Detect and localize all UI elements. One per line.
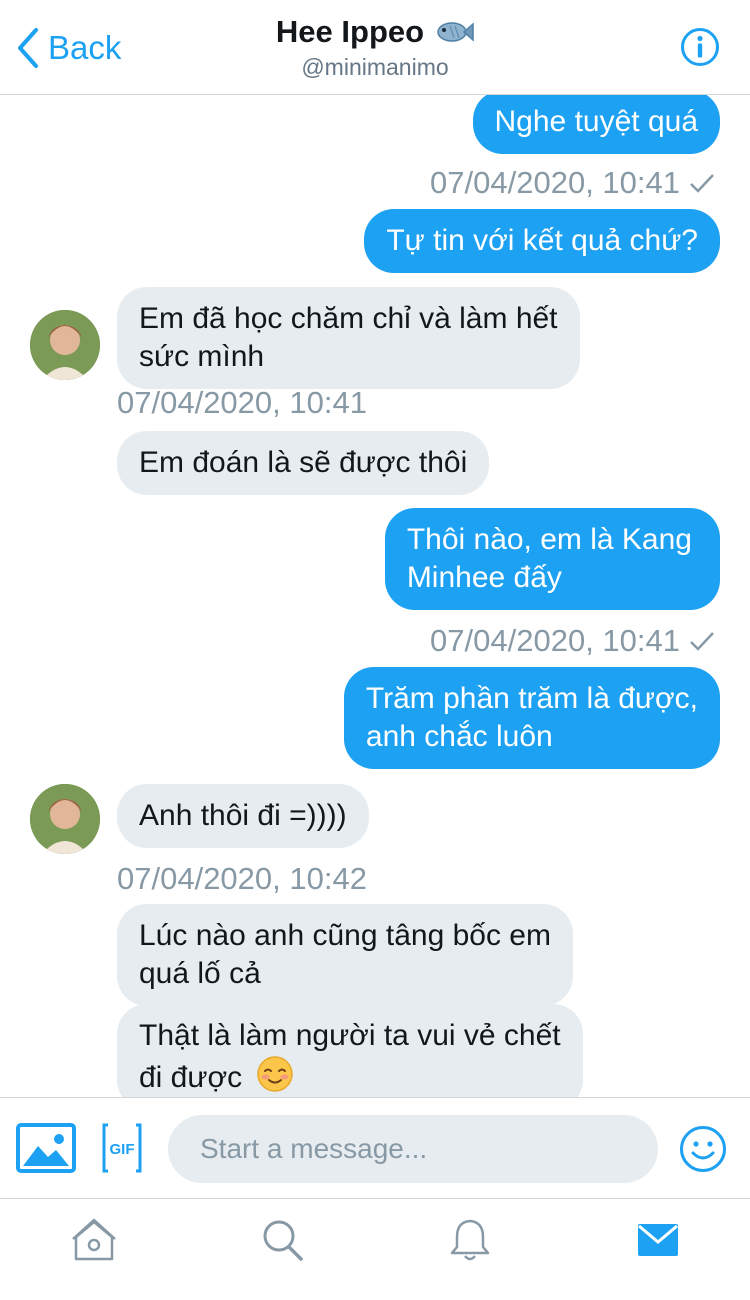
message-bubble-incoming[interactable]: Lúc nào anh cũng tâng bốc em quá lố cả	[117, 904, 573, 1006]
conversation-handle: @minimanimo	[301, 54, 449, 80]
message-text: quá lố cả	[139, 957, 261, 990]
message-text: Em đoán là sẽ được thôi	[139, 446, 468, 479]
bell-icon[interactable]	[448, 1217, 492, 1263]
message-text: anh chắc luôn	[365, 720, 553, 753]
message-bubble-incoming[interactable]: Thật là làm người ta vui vẻ chết đi được	[117, 1004, 583, 1097]
message-text: đi được	[139, 1061, 243, 1094]
timestamp-text: 07/04/2020, 10:41	[117, 385, 367, 420]
message-timestamp: 07/04/2020, 10:41	[430, 623, 716, 659]
message-bubble-outgoing[interactable]: Thôi nào, em là Kang Minhee đấy	[384, 508, 720, 610]
message-text: sức mình	[139, 340, 265, 373]
message-timestamp: 07/04/2020, 10:41	[117, 385, 367, 421]
message-list[interactable]: Nghe tuyệt quá 07/04/2020, 10:41 Tự tin …	[0, 95, 750, 1097]
message-composer: GIF	[0, 1097, 750, 1199]
avatar-photo	[30, 784, 100, 854]
home-icon[interactable]	[72, 1217, 116, 1263]
message-bubble-outgoing[interactable]: Nghe tuyệt quá	[472, 95, 720, 154]
message-text: Trăm phần trăm là được,	[365, 682, 698, 715]
message-text: Thôi nào, em là Kang	[406, 523, 692, 556]
conversation-title: Hee Ippeo	[275, 14, 425, 49]
message-text: Tự tin với kết quả chứ?	[386, 224, 698, 257]
gif-icon[interactable]: GIF	[102, 1122, 142, 1174]
message-timestamp: 07/04/2020, 10:41	[430, 165, 716, 201]
conversation-title-block: Hee Ippeo @minimanimo	[0, 14, 750, 81]
message-text: Minhee đấy	[406, 561, 562, 594]
message-input[interactable]	[168, 1115, 658, 1183]
avatar-photo	[30, 310, 100, 380]
message-bubble-outgoing[interactable]: Tự tin với kết quả chứ?	[364, 209, 720, 273]
timestamp-text: 07/04/2020, 10:41	[430, 623, 680, 658]
info-icon[interactable]	[680, 27, 720, 67]
message-text: Em đã học chăm chỉ và làm hết	[139, 302, 558, 335]
message-bubble-incoming[interactable]: Em đã học chăm chỉ và làm hết sức mình	[117, 287, 580, 389]
avatar[interactable]	[30, 310, 100, 380]
message-text: Anh thôi đi =))))	[139, 799, 347, 832]
conversation-header: Back Hee Ippeo @minimanimo	[0, 0, 750, 95]
search-icon[interactable]	[260, 1217, 304, 1263]
avatar[interactable]	[30, 784, 100, 854]
message-text: Thật là làm người ta vui vẻ chết	[139, 1019, 561, 1052]
bottom-tab-bar	[0, 1198, 750, 1300]
message-bubble-incoming[interactable]: Em đoán là sẽ được thôi	[117, 431, 490, 495]
mail-icon[interactable]	[636, 1217, 680, 1263]
message-text: Nghe tuyệt quá	[494, 105, 698, 138]
checkmark-icon	[690, 174, 714, 193]
message-bubble-outgoing[interactable]: Trăm phần trăm là được, anh chắc luôn	[343, 667, 720, 769]
message-timestamp: 07/04/2020, 10:42	[117, 861, 367, 897]
image-icon[interactable]	[16, 1122, 76, 1174]
message-bubble-incoming[interactable]: Anh thôi đi =))))	[117, 784, 369, 848]
fish-icon	[437, 22, 474, 42]
message-text: Lúc nào anh cũng tâng bốc em	[139, 919, 551, 952]
emoji-icon[interactable]	[679, 1125, 727, 1173]
timestamp-text: 07/04/2020, 10:42	[117, 861, 367, 896]
smiling-blush-emoji-icon	[257, 1056, 294, 1092]
gif-label: GIF	[110, 1141, 135, 1158]
timestamp-text: 07/04/2020, 10:41	[430, 165, 680, 200]
checkmark-icon	[690, 632, 714, 651]
